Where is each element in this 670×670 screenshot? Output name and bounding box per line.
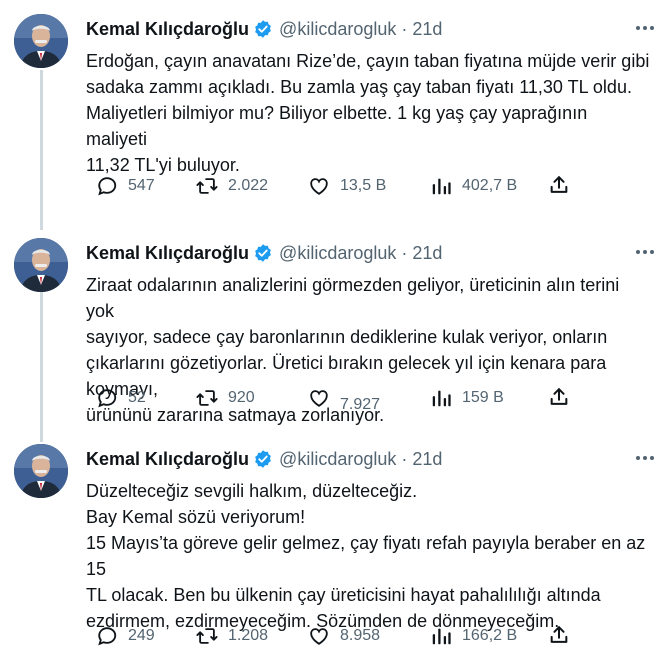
separator-dot: ·	[401, 243, 408, 263]
author-handle[interactable]: @kilicdarogluk	[279, 18, 396, 40]
separator-dot: ·	[401, 19, 408, 39]
reply-button[interactable]: 249	[86, 624, 155, 648]
views-chart-icon	[430, 387, 452, 409]
tweet-header: Kemal Kılıçdaroğlu @kilicdarogluk · 21d	[86, 18, 442, 40]
views-count: 166,2 B	[462, 627, 518, 644]
tweet-text-line: Düzelteceğiz sevgili halkım, düzelteceği…	[86, 481, 418, 501]
tweet-timestamp[interactable]: 21d	[412, 448, 442, 470]
tweet-actions: 249 1.208 8.958 166,2 B	[86, 624, 586, 648]
avatar[interactable]	[14, 14, 68, 68]
more-options-icon[interactable]	[634, 242, 656, 262]
likes-count: 13,5 B	[340, 177, 387, 194]
tweet-text: Düzelteceğiz sevgili halkım, düzelteceği…	[86, 478, 651, 634]
views-chart-icon	[430, 175, 452, 197]
tweet-text-line: Bay Kemal sözü veriyorum!	[86, 507, 306, 527]
reply-icon	[96, 387, 118, 409]
verified-badge-icon	[253, 19, 273, 39]
tweet-actions: 547 2.022 13,5 B 402,7 B	[86, 174, 586, 198]
heart-icon	[308, 625, 330, 647]
tweet-text-line: sadaka zammı açıkladı. Bu zamla yaş çay …	[86, 77, 632, 97]
more-options-icon[interactable]	[634, 18, 656, 38]
tweet-text-line: 15 Mayıs’ta göreve gelir gelmez, çay fiy…	[86, 533, 646, 579]
retweet-icon	[196, 625, 218, 647]
views-chart-icon	[430, 625, 452, 647]
views-count: 402,7 B	[462, 177, 518, 194]
replies-count: 547	[128, 177, 155, 194]
retweet-icon	[196, 175, 218, 197]
share-icon[interactable]	[548, 386, 570, 413]
retweets-count: 2.022	[228, 177, 269, 194]
retweet-button[interactable]: 920	[186, 386, 255, 410]
retweet-button[interactable]: 2.022	[186, 174, 268, 198]
thread-line	[40, 292, 43, 442]
tweet-text-line: Erdoğan, çayın anavatanı Rize’de, çayın …	[86, 51, 650, 71]
avatar[interactable]	[14, 238, 68, 292]
share-icon[interactable]	[548, 624, 570, 651]
retweet-button[interactable]: 1.208	[186, 624, 268, 648]
reply-icon	[96, 625, 118, 647]
author-handle[interactable]: @kilicdarogluk	[279, 448, 396, 470]
more-options-icon[interactable]	[634, 448, 656, 468]
like-button[interactable]: 7.927	[298, 386, 380, 413]
views-count: 159 B	[462, 389, 504, 406]
retweet-icon	[196, 387, 218, 409]
verified-badge-icon	[253, 449, 273, 469]
retweets-count: 920	[228, 389, 255, 406]
like-button[interactable]: 8.958	[298, 624, 380, 648]
replies-count: 249	[128, 627, 155, 644]
tweet-timestamp[interactable]: 21d	[412, 242, 442, 264]
retweets-count: 1.208	[228, 627, 269, 644]
tweet-text-line: Ziraat odalarının analizlerini görmezden…	[86, 275, 620, 321]
reply-button[interactable]: 52	[86, 386, 146, 410]
tweet-text-line: sayıyor, sadece çay baronlarının dedikle…	[86, 327, 608, 347]
tweet-thread: Kemal Kılıçdaroğlu @kilicdarogluk · 21d Erdo…	[0, 0, 670, 670]
heart-icon	[308, 175, 330, 197]
author-name[interactable]: Kemal Kılıçdaroğlu	[86, 18, 249, 40]
author-handle[interactable]: @kilicdarogluk	[279, 242, 396, 264]
thread-line	[40, 70, 43, 230]
views-button[interactable]: 166,2 B	[420, 624, 517, 648]
avatar[interactable]	[14, 444, 68, 498]
likes-count: 7.927	[340, 396, 381, 413]
tweet-actions: 52 920 7.927 159 B	[86, 386, 586, 413]
replies-count: 52	[128, 389, 146, 406]
tweet-header: Kemal Kılıçdaroğlu @kilicdarogluk · 21d	[86, 242, 442, 264]
author-name[interactable]: Kemal Kılıçdaroğlu	[86, 448, 249, 470]
reply-icon	[96, 175, 118, 197]
share-icon[interactable]	[548, 174, 570, 201]
like-button[interactable]: 13,5 B	[298, 174, 386, 198]
tweet-header: Kemal Kılıçdaroğlu @kilicdarogluk · 21d	[86, 448, 442, 470]
likes-count: 8.958	[340, 627, 381, 644]
author-name[interactable]: Kemal Kılıçdaroğlu	[86, 242, 249, 264]
tweet-text: Erdoğan, çayın anavatanı Rize’de, çayın …	[86, 48, 651, 178]
reply-button[interactable]: 547	[86, 174, 155, 198]
tweet-text-line: Maliyetleri bilmiyor mu? Biliyor elbette…	[86, 103, 588, 149]
views-button[interactable]: 402,7 B	[420, 174, 517, 198]
tweet-text-line: TL olacak. Ben bu ülkenin çay üreticisin…	[86, 585, 601, 605]
separator-dot: ·	[401, 449, 408, 469]
heart-icon	[308, 387, 330, 409]
verified-badge-icon	[253, 243, 273, 263]
views-button[interactable]: 159 B	[420, 386, 504, 410]
tweet-timestamp[interactable]: 21d	[412, 18, 442, 40]
